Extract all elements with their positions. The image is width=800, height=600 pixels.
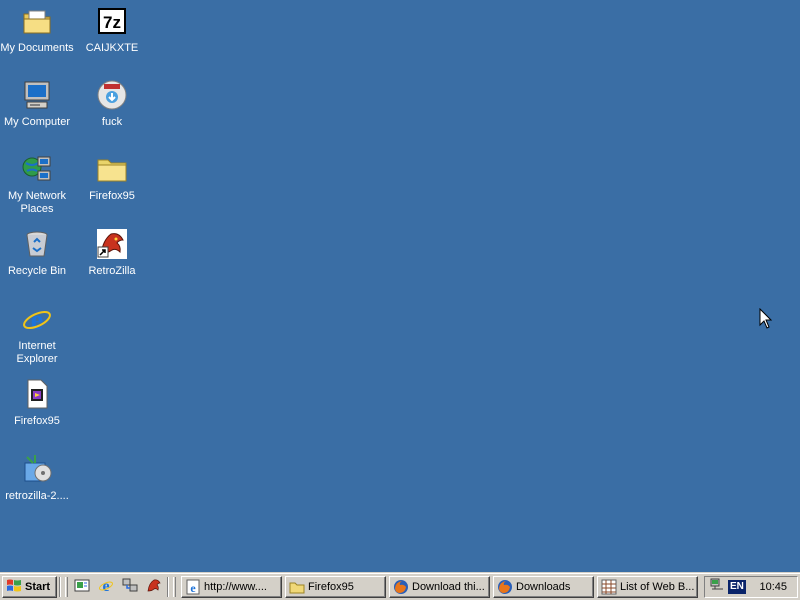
desktop[interactable]: My Documents My Computer My Network Plac <box>0 0 800 572</box>
desktop-icon-internet-explorer[interactable]: e Internet Explorer <box>0 302 74 366</box>
quick-launch-show-desktop[interactable] <box>71 576 93 598</box>
toolbar-grip[interactable] <box>173 576 176 597</box>
desktop-icon-firefox95-folder[interactable]: Firefox95 <box>75 152 149 203</box>
clock[interactable]: 10:45 <box>759 581 787 593</box>
desktop-icon-my-computer[interactable]: My Computer <box>0 78 74 129</box>
desktop-icon-firefox95-media[interactable]: Firefox95 <box>0 377 74 428</box>
document-grid-icon <box>601 579 617 595</box>
folder-documents-icon <box>20 4 54 38</box>
quick-launch-internet-explorer[interactable]: e <box>95 576 117 598</box>
taskbar-separator <box>167 576 169 597</box>
computer-icon <box>20 78 54 112</box>
quick-launch-network[interactable] <box>119 576 141 598</box>
task-button-downloads[interactable]: Downloads <box>493 575 594 598</box>
network-places-icon <box>20 152 54 186</box>
retrozilla-icon <box>95 227 129 261</box>
desktop-icon-label: Firefox95 <box>89 190 135 202</box>
language-indicator[interactable]: EN <box>728 579 746 594</box>
quick-launch: e <box>71 576 165 598</box>
quick-launch-retrozilla[interactable] <box>143 576 165 598</box>
network-icon <box>122 577 138 596</box>
windows-logo-icon <box>6 578 22 595</box>
folder-icon <box>95 152 129 186</box>
network-tray-icon[interactable] <box>709 577 725 596</box>
task-button-list-of-web[interactable]: List of Web B... <box>597 575 698 598</box>
desktop-icon-my-documents[interactable]: My Documents <box>0 4 74 55</box>
task-button-firefox95[interactable]: Firefox95 <box>285 575 386 598</box>
desktop-icon-fuck[interactable]: fuck <box>75 78 149 129</box>
task-buttons: e http://www.... Firefox95 Download thi.… <box>181 575 698 598</box>
svg-text:e: e <box>102 578 109 593</box>
desktop-icon-retrozilla-setup[interactable]: retrozilla-2.... <box>0 452 74 503</box>
system-tray: EN 10:45 <box>704 575 798 598</box>
installer-disc-icon <box>95 78 129 112</box>
taskbar: Start e e http://www.... Firefox95 Downl… <box>0 572 800 600</box>
desktop-icon-label: Recycle Bin <box>7 265 67 277</box>
svg-text:e: e <box>190 581 196 595</box>
task-button-http[interactable]: e http://www.... <box>181 575 282 598</box>
retrozilla-icon <box>146 577 162 596</box>
desktop-icon-retrozilla[interactable]: RetroZilla <box>75 227 149 278</box>
desktop-icon-label: retrozilla-2.... <box>5 490 69 502</box>
internet-explorer-icon: e <box>20 302 54 336</box>
task-button-label: http://www.... <box>204 580 267 593</box>
taskbar-separator <box>59 576 61 597</box>
desktop-icon-label: CAIJKXTE <box>85 42 139 54</box>
desktop-icon-label: My Computer <box>3 116 71 128</box>
desktop-icon-caijkxte[interactable]: 7z CAIJKXTE <box>75 4 149 55</box>
setup-package-icon <box>20 452 54 486</box>
firefox-icon <box>497 579 513 595</box>
task-button-label: Downloads <box>516 580 571 593</box>
task-button-label: List of Web B... <box>620 580 694 593</box>
desktop-icon-label: My Network Places <box>7 190 67 215</box>
7z-archive-icon: 7z <box>95 4 129 38</box>
mouse-cursor-icon <box>759 308 773 329</box>
task-button-label: Download thi... <box>412 580 485 593</box>
desktop-icon-my-network-places[interactable]: My Network Places <box>0 152 74 216</box>
desktop-icon-label: fuck <box>101 116 123 128</box>
toolbar-grip[interactable] <box>65 576 68 597</box>
ie-page-icon: e <box>185 579 201 595</box>
desktop-icon-recycle-bin[interactable]: Recycle Bin <box>0 227 74 278</box>
desktop-icon-label: RetroZilla <box>88 265 136 277</box>
svg-text:e: e <box>31 305 43 335</box>
start-label: Start <box>25 580 51 593</box>
internet-explorer-icon: e <box>98 577 114 596</box>
folder-icon <box>289 579 305 595</box>
start-button[interactable]: Start <box>2 575 57 598</box>
media-file-icon <box>20 377 54 411</box>
desktop-icon-label: Firefox95 <box>14 415 60 427</box>
recycle-bin-icon <box>20 227 54 261</box>
desktop-icon-label: Internet Explorer <box>16 340 58 365</box>
task-button-download-this[interactable]: Download thi... <box>389 575 490 598</box>
task-button-label: Firefox95 <box>308 580 354 593</box>
show-desktop-icon <box>74 577 90 596</box>
desktop-icon-label: My Documents <box>0 42 74 54</box>
firefox-icon <box>393 579 409 595</box>
svg-text:7z: 7z <box>103 13 121 32</box>
